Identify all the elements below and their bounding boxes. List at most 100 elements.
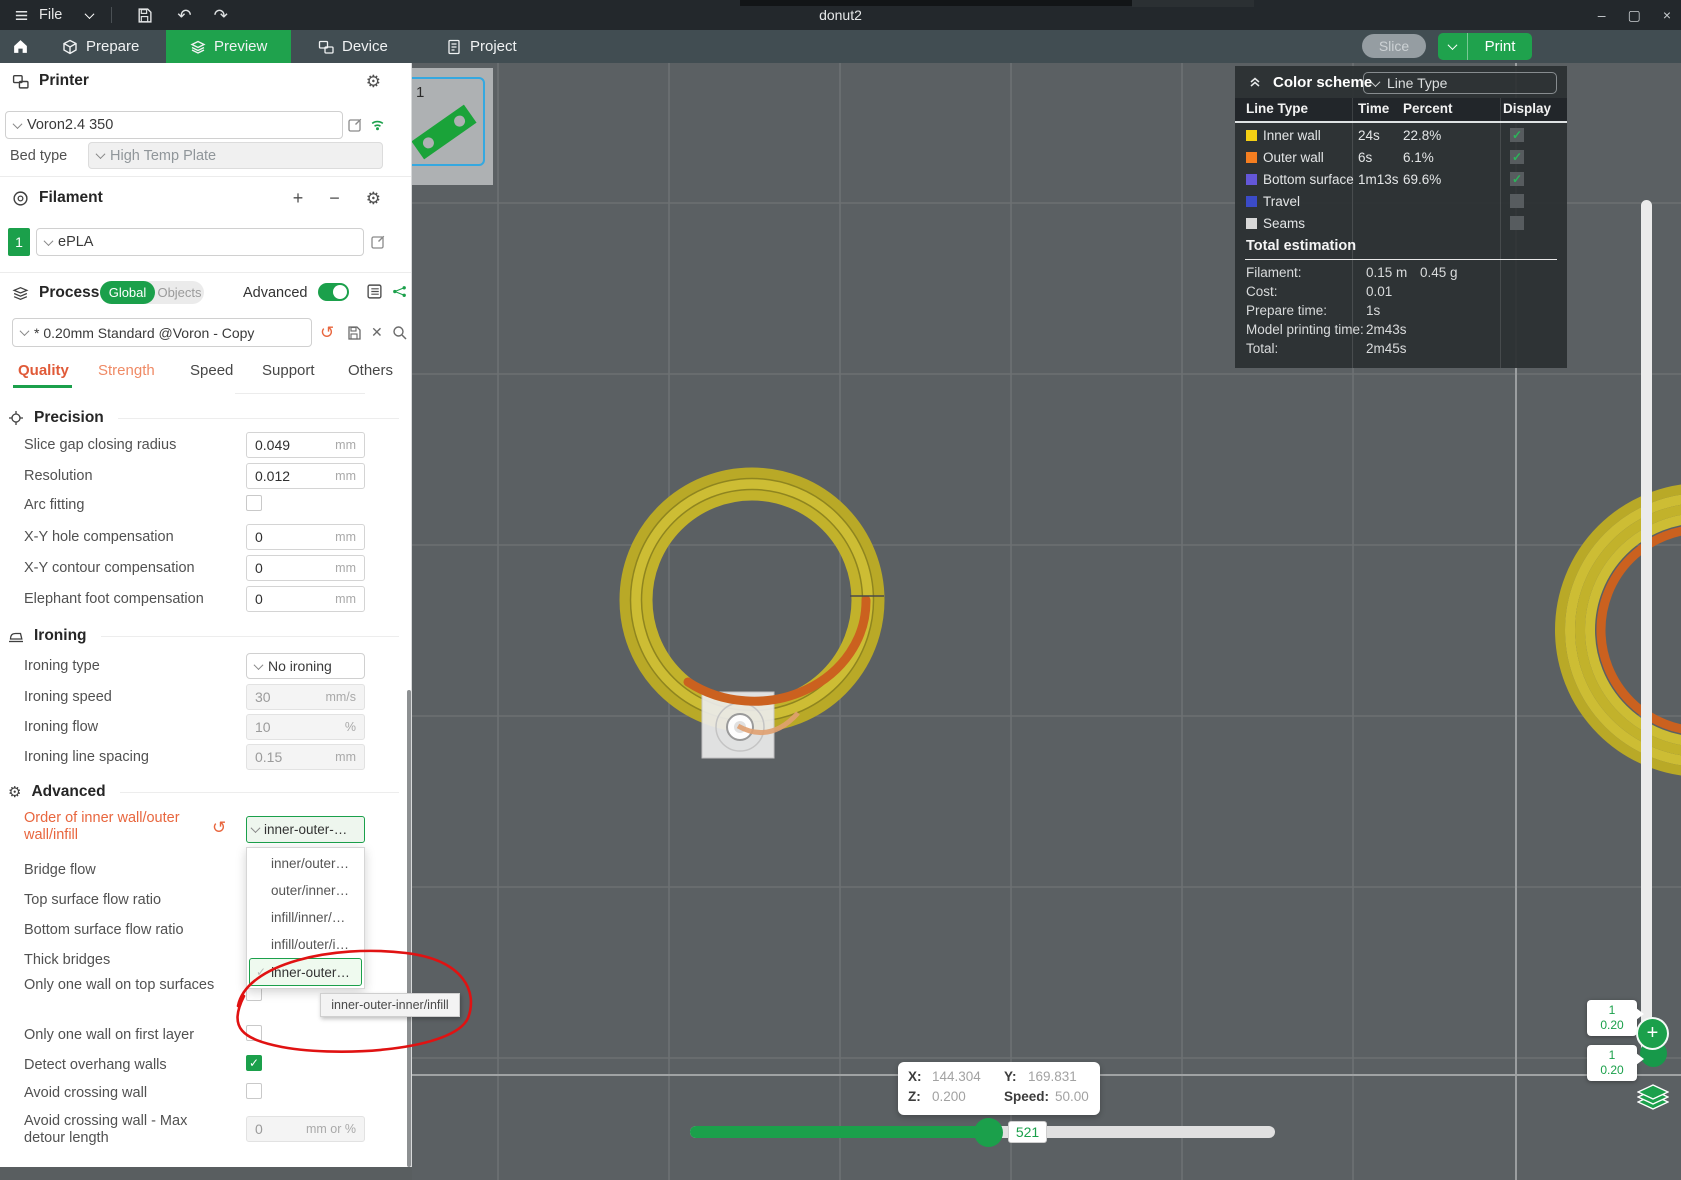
slice-gap-input[interactable]: 0.049mm: [246, 432, 365, 458]
order-wall-label: Order of inner wall/outer wall/infill: [24, 810, 209, 844]
resolution-input[interactable]: 0.012mm: [246, 463, 365, 489]
maximize-button[interactable]: ▢: [1628, 7, 1641, 24]
bed-type-label: Bed type: [10, 148, 67, 165]
process-flow-icon[interactable]: [392, 284, 407, 299]
layer-slider-track[interactable]: [1641, 200, 1652, 1052]
max-detour-input: 0mm or %: [246, 1116, 365, 1142]
elephant-foot-input[interactable]: 0mm: [246, 586, 365, 612]
screen-artifact: [740, 0, 1132, 6]
process-preset-select[interactable]: * 0.20mm Standard @Voron - Copy: [12, 318, 312, 347]
dropdown-option[interactable]: infill/inner/…: [247, 904, 364, 931]
printer-select[interactable]: Voron2.4 350: [5, 111, 343, 139]
print-dropdown-chevron-icon[interactable]: [1438, 33, 1468, 60]
process-section-title: Process: [39, 284, 99, 302]
cube-icon: [62, 39, 78, 55]
redo-icon[interactable]: ↷: [214, 7, 228, 24]
wifi-icon[interactable]: [369, 116, 386, 133]
display-checkbox[interactable]: [1510, 194, 1524, 208]
color-scheme-panel: Color scheme Line Type Line Type Time Pe…: [1235, 66, 1567, 368]
save-preset-icon[interactable]: [346, 325, 362, 341]
line-type-row: Inner wall24s22.8% ✓: [1235, 126, 1567, 148]
home-tab[interactable]: [12, 30, 29, 63]
color-scheme-title: Color scheme: [1273, 74, 1372, 91]
arc-fitting-checkbox[interactable]: [246, 495, 262, 511]
collapse-panel-icon[interactable]: [1247, 74, 1263, 90]
tab-prepare[interactable]: Prepare: [62, 30, 139, 63]
add-filament-icon[interactable]: +: [293, 189, 304, 207]
save-icon[interactable]: [136, 7, 153, 24]
close-button[interactable]: ×: [1663, 7, 1671, 23]
edit-printer-icon[interactable]: [347, 117, 363, 133]
remove-filament-icon[interactable]: −: [329, 189, 340, 207]
layers-icon: [190, 39, 206, 55]
total-divider: [1245, 259, 1557, 260]
tab-device[interactable]: Device: [318, 30, 388, 63]
right-ring: [1560, 488, 1681, 772]
setting-label: Ironing type: [24, 658, 100, 675]
undo-icon[interactable]: ↶: [177, 7, 191, 24]
xy-contour-input[interactable]: 0mm: [246, 555, 365, 581]
process-scope-segment[interactable]: Global Objects: [100, 281, 204, 304]
display-checkbox[interactable]: ✓: [1510, 128, 1524, 142]
total-estimation-title: Total estimation: [1246, 238, 1356, 254]
display-checkbox[interactable]: [1510, 216, 1524, 230]
order-wall-select[interactable]: inner-outer-…: [246, 816, 365, 843]
project-icon: [446, 39, 462, 55]
tab-quality[interactable]: Quality: [18, 362, 69, 379]
tab-speed[interactable]: Speed: [190, 362, 233, 379]
file-menu[interactable]: File: [39, 7, 62, 23]
move-slider-handle[interactable]: [974, 1118, 1003, 1147]
window-title: donut2: [0, 7, 1681, 23]
tab-others[interactable]: Others: [348, 362, 393, 379]
printer-icon: [12, 73, 29, 90]
avoid-crossing-checkbox[interactable]: [246, 1083, 262, 1099]
ironing-type-select[interactable]: No ironing: [246, 653, 365, 679]
segment-global[interactable]: Global: [100, 281, 155, 304]
sidebar-scrollbar[interactable]: [407, 690, 411, 1167]
titlebar-divider: [111, 7, 112, 23]
print-button[interactable]: Print: [1438, 33, 1532, 60]
slice-button[interactable]: Slice: [1362, 34, 1426, 58]
setting-label: Ironing line spacing: [24, 749, 149, 766]
tab-project[interactable]: Project: [446, 30, 517, 63]
dropdown-option[interactable]: infill/outer/i…: [247, 931, 364, 958]
one-wall-first-layer-checkbox[interactable]: [246, 1025, 262, 1041]
xy-hole-input[interactable]: 0mm: [246, 524, 365, 550]
detect-overhang-checkbox[interactable]: ✓: [246, 1055, 262, 1071]
file-menu-chevron-icon[interactable]: [85, 9, 95, 19]
reset-order-icon[interactable]: ↺: [212, 819, 226, 836]
edit-filament-icon[interactable]: [370, 234, 386, 250]
segment-objects[interactable]: Objects: [155, 281, 204, 304]
tab-preview[interactable]: Preview: [166, 30, 291, 63]
printer-settings-gear-icon[interactable]: ⚙: [366, 73, 381, 90]
display-checkbox[interactable]: ✓: [1510, 172, 1524, 186]
advanced-mode-toggle[interactable]: [318, 283, 349, 301]
setting-label: Arc fitting: [24, 497, 84, 514]
line-type-select[interactable]: Line Type: [1363, 72, 1557, 94]
search-icon[interactable]: [392, 325, 408, 341]
delete-preset-icon[interactable]: ✕: [371, 325, 383, 339]
setting-label: Thick bridges: [24, 952, 110, 969]
add-pause-button[interactable]: +: [1636, 1017, 1669, 1050]
dropdown-option-selected[interactable]: ✓ inner-outer…: [249, 958, 362, 986]
setting-label: Slice gap closing radius: [24, 437, 176, 454]
tab-strength[interactable]: Strength: [98, 362, 155, 379]
ironing-line-spacing-input: 0.15mm: [246, 744, 365, 770]
tab-support[interactable]: Support: [262, 362, 315, 379]
minimize-button[interactable]: –: [1598, 7, 1606, 23]
table-divider: [1235, 121, 1567, 123]
filament-settings-gear-icon[interactable]: ⚙: [366, 190, 381, 207]
hamburger-menu-icon[interactable]: [14, 8, 29, 23]
layers-stack-icon[interactable]: [1637, 1084, 1669, 1110]
line-type-row: Travel: [1235, 192, 1567, 214]
reset-preset-icon[interactable]: ↺: [320, 324, 334, 341]
filament-select[interactable]: ePLA: [36, 228, 364, 256]
display-checkbox[interactable]: ✓: [1510, 150, 1524, 164]
move-slider[interactable]: 521: [690, 1117, 1275, 1147]
dropdown-option[interactable]: inner/outer…: [247, 850, 364, 877]
gcode-hover-tooltip: X:144.304 Y:169.831 Z:0.200 Speed:50.00: [898, 1062, 1100, 1115]
setting-label: Only one wall on first layer: [24, 1027, 194, 1044]
bed-type-select[interactable]: High Temp Plate: [88, 142, 383, 169]
parameter-table-icon[interactable]: [366, 283, 383, 300]
dropdown-option[interactable]: outer/inner…: [247, 877, 364, 904]
